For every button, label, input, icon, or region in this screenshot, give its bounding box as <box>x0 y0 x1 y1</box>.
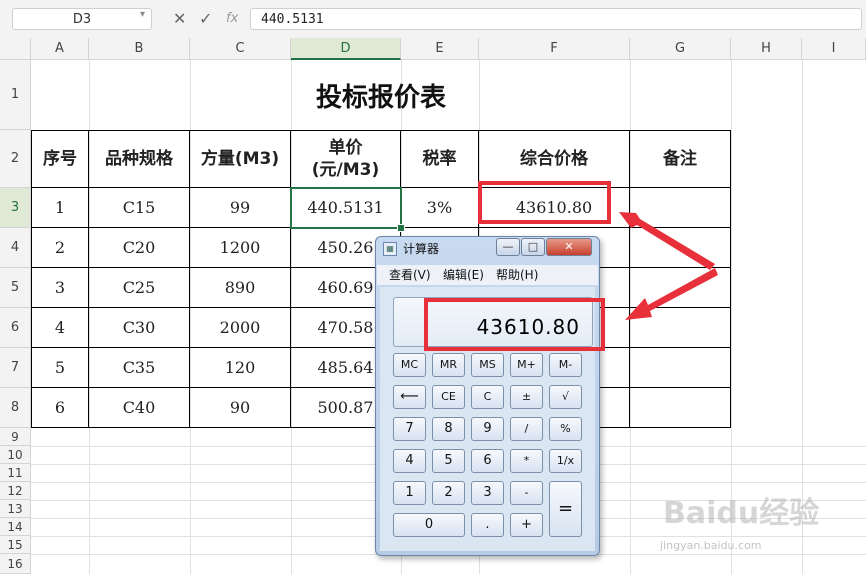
watermark-url: jingyan.baidu.com <box>660 539 762 552</box>
arrow-to-total <box>619 212 715 270</box>
watermark-logo: Baidu经验 <box>663 496 820 531</box>
arrow-to-display <box>625 268 718 320</box>
